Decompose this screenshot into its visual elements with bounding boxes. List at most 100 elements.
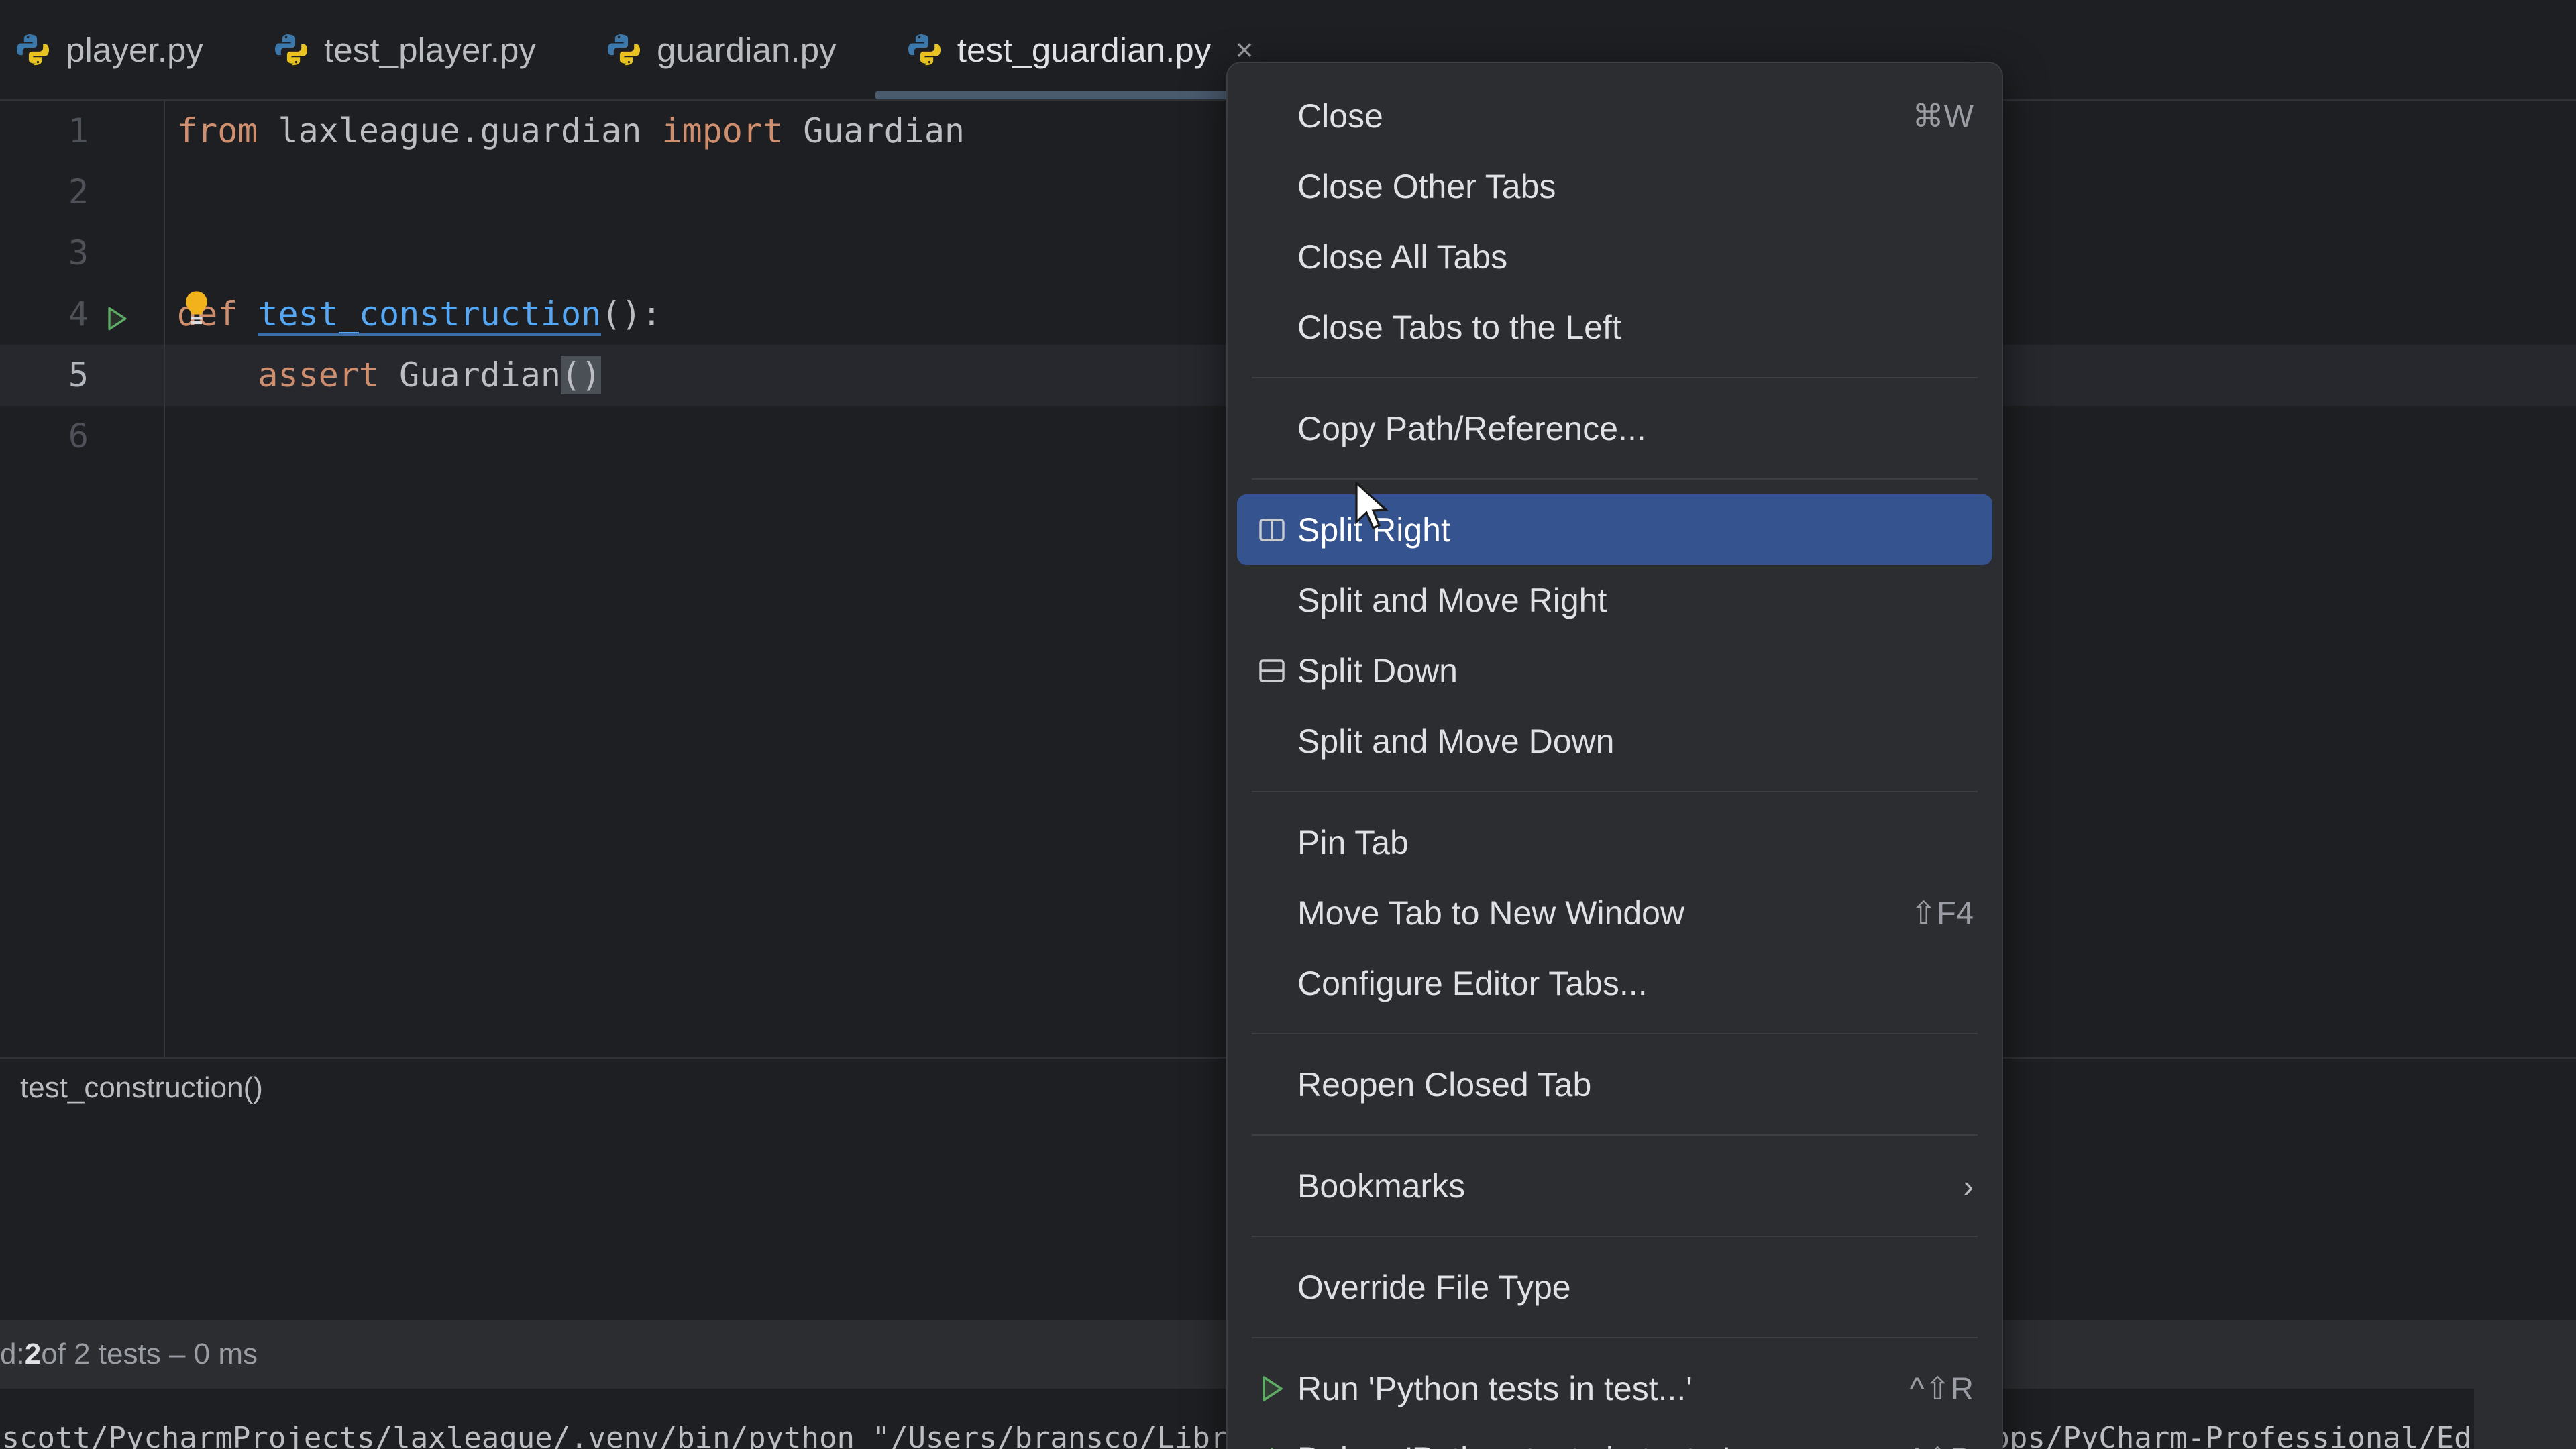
editor-tab-player-py[interactable]: player.py bbox=[0, 0, 233, 99]
editor-tab-label: player.py bbox=[66, 30, 203, 70]
gutter-row: 3 bbox=[0, 223, 164, 284]
menu-item-label: Override File Type bbox=[1297, 1268, 1974, 1307]
menu-item-label: Close Tabs to the Left bbox=[1297, 308, 1974, 347]
menu-item-label: Split Right bbox=[1297, 511, 1974, 549]
editor-gutter: 123456 bbox=[0, 101, 165, 1057]
menu-item-label: Close Other Tabs bbox=[1297, 167, 1974, 206]
lightbulb-icon[interactable] bbox=[181, 289, 212, 331]
menu-item-label: Close bbox=[1297, 97, 1892, 136]
menu-item-label: Debug 'Python tests in test...' bbox=[1297, 1440, 1890, 1449]
menu-item-shortcut: ^⇧R bbox=[1910, 1370, 1974, 1407]
menu-item-label: Configure Editor Tabs... bbox=[1297, 964, 1974, 1003]
menu-item-icon-placeholder bbox=[1256, 292, 1297, 362]
active-tab-indicator bbox=[875, 91, 1274, 99]
menu-item-move-tab-to-new-window[interactable]: Move Tab to New Window ⇧F4 bbox=[1228, 877, 2002, 948]
menu-item-label: Close All Tabs bbox=[1297, 237, 1974, 276]
code-token: (): bbox=[601, 294, 661, 333]
menu-item-label: Pin Tab bbox=[1297, 823, 1974, 862]
menu-item-close-other-tabs[interactable]: Close Other Tabs bbox=[1228, 151, 2002, 221]
code-token: Guardian bbox=[379, 356, 561, 394]
split-horizontal-icon bbox=[1256, 635, 1297, 706]
menu-item-shortcut: ^⇧D bbox=[1910, 1440, 1974, 1449]
menu-item-split-and-move-down[interactable]: Split and Move Down bbox=[1228, 706, 2002, 776]
menu-item-close-tabs-to-the-left[interactable]: Close Tabs to the Left bbox=[1228, 292, 2002, 362]
line-number: 2 bbox=[0, 162, 89, 223]
menu-item-icon-placeholder bbox=[1256, 877, 1297, 948]
menu-item-shortcut: ⇧F4 bbox=[1911, 894, 1974, 932]
editor-tab-test-guardian-py[interactable]: test_guardian.py× bbox=[866, 0, 1283, 99]
menu-separator bbox=[1252, 1236, 1978, 1237]
line-number: 4 bbox=[0, 284, 89, 345]
code-token: laxleague.guardian bbox=[258, 111, 661, 150]
menu-item-split-right[interactable]: Split Right bbox=[1237, 494, 1992, 565]
menu-item-debug-python-tests-in-test[interactable]: Debug 'Python tests in test...' ^⇧D bbox=[1228, 1424, 2002, 1449]
menu-item-label: Split Down bbox=[1297, 651, 1974, 690]
menu-item-split-and-move-right[interactable]: Split and Move Right bbox=[1228, 565, 2002, 635]
gutter-row: 6 bbox=[0, 406, 164, 467]
menu-item-label: Move Tab to New Window bbox=[1297, 894, 1890, 932]
menu-item-icon-placeholder bbox=[1256, 948, 1297, 1018]
chevron-right-icon: › bbox=[1964, 1168, 1974, 1204]
python-file-icon bbox=[273, 32, 309, 68]
tab-context-menu[interactable]: Close ⌘W Close Other Tabs Close All Tabs Clo… bbox=[1226, 62, 2003, 1449]
gutter-row: 1 bbox=[0, 101, 164, 162]
line-number: 6 bbox=[0, 406, 89, 467]
python-file-icon bbox=[15, 32, 51, 68]
editor-tab-guardian-py[interactable]: guardian.py bbox=[566, 0, 866, 99]
menu-item-label: Reopen Closed Tab bbox=[1297, 1065, 1974, 1104]
code-token: test_construction bbox=[258, 294, 601, 336]
menu-item-run-python-tests-in-test[interactable]: Run 'Python tests in test...' ^⇧R bbox=[1228, 1353, 2002, 1424]
menu-item-label: Copy Path/Reference... bbox=[1297, 409, 1974, 448]
line-number: 5 bbox=[0, 345, 89, 406]
code-line-text: def test_construction(): bbox=[177, 294, 661, 336]
python-file-icon bbox=[606, 32, 642, 68]
code-line-text: assert Guardian() bbox=[177, 356, 601, 394]
pycharm-window: player.py test_player.py guardian.py test_g… bbox=[0, 0, 2576, 1449]
run-test-icon[interactable] bbox=[102, 300, 131, 329]
menu-item-icon-placeholder bbox=[1256, 221, 1297, 292]
code-token bbox=[177, 356, 258, 394]
gutter-row: 4 bbox=[0, 284, 164, 345]
code-token: from bbox=[177, 111, 258, 150]
menu-item-icon-placeholder bbox=[1256, 80, 1297, 151]
menu-item-bookmarks[interactable]: Bookmarks › bbox=[1228, 1150, 2002, 1221]
menu-item-copy-path-reference[interactable]: Copy Path/Reference... bbox=[1228, 393, 2002, 464]
menu-item-shortcut: ⌘W bbox=[1913, 97, 1974, 135]
menu-item-split-down[interactable]: Split Down bbox=[1228, 635, 2002, 706]
test-status-count: 2 bbox=[25, 1338, 41, 1371]
menu-item-override-file-type[interactable]: Override File Type bbox=[1228, 1252, 2002, 1322]
console-right-filler bbox=[2474, 1389, 2576, 1449]
split-vertical-icon bbox=[1256, 494, 1297, 565]
menu-separator bbox=[1252, 1337, 1978, 1338]
menu-item-icon-placeholder bbox=[1256, 565, 1297, 635]
editor-tab-label: guardian.py bbox=[657, 30, 837, 70]
menu-separator bbox=[1252, 377, 1978, 378]
line-number: 3 bbox=[0, 223, 89, 284]
menu-item-label: Run 'Python tests in test...' bbox=[1297, 1369, 1890, 1408]
menu-item-pin-tab[interactable]: Pin Tab bbox=[1228, 807, 2002, 877]
line-number: 1 bbox=[0, 101, 89, 162]
test-status-prefix: d: bbox=[0, 1338, 25, 1371]
python-file-icon bbox=[906, 32, 943, 68]
menu-item-icon-placeholder bbox=[1256, 1252, 1297, 1322]
menu-item-close[interactable]: Close ⌘W bbox=[1228, 80, 2002, 151]
menu-item-icon-placeholder bbox=[1256, 706, 1297, 776]
menu-item-icon-placeholder bbox=[1256, 151, 1297, 221]
menu-item-icon-placeholder bbox=[1256, 807, 1297, 877]
code-token: assert bbox=[258, 356, 379, 394]
menu-item-close-all-tabs[interactable]: Close All Tabs bbox=[1228, 221, 2002, 292]
code-token: import bbox=[661, 111, 783, 150]
code-token bbox=[237, 294, 258, 333]
menu-item-icon-placeholder bbox=[1256, 1049, 1297, 1120]
menu-separator bbox=[1252, 478, 1978, 480]
run-icon bbox=[1256, 1353, 1297, 1424]
menu-item-icon-placeholder bbox=[1256, 1150, 1297, 1221]
editor-tab-test-player-py[interactable]: test_player.py bbox=[233, 0, 566, 99]
test-tree-node-label: test_construction() bbox=[20, 1071, 263, 1105]
close-icon[interactable]: × bbox=[1235, 34, 1253, 65]
menu-item-configure-editor-tabs[interactable]: Configure Editor Tabs... bbox=[1228, 948, 2002, 1018]
menu-item-label: Bookmarks bbox=[1297, 1167, 1943, 1205]
code-token: Guardian bbox=[783, 111, 965, 150]
menu-item-reopen-closed-tab[interactable]: Reopen Closed Tab bbox=[1228, 1049, 2002, 1120]
menu-separator bbox=[1252, 1033, 1978, 1034]
